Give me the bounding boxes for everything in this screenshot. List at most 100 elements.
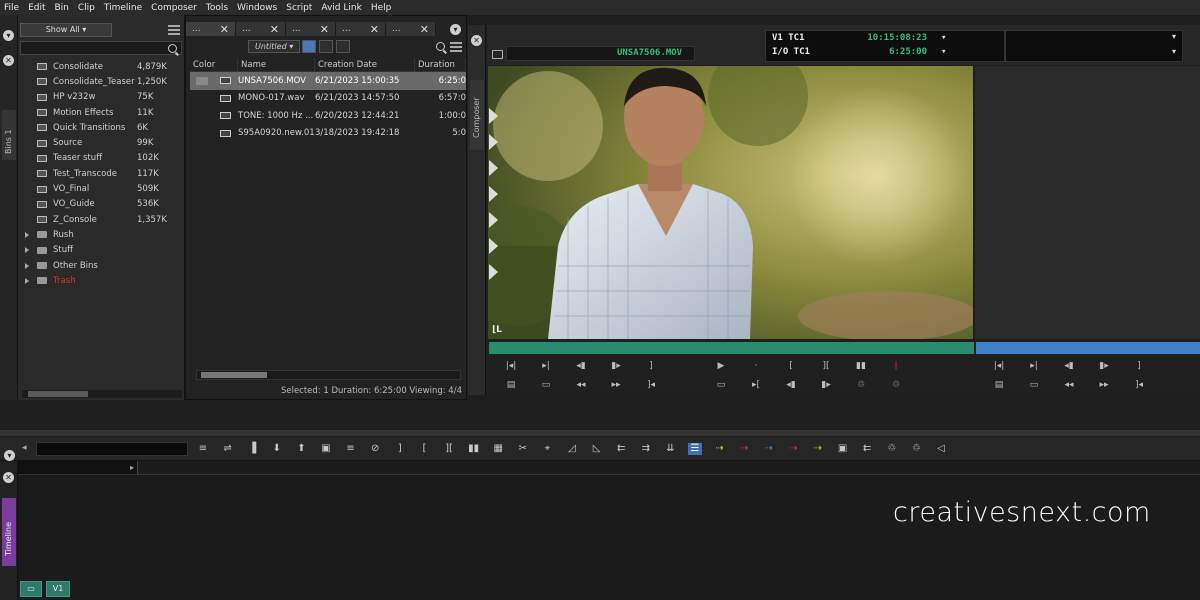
jog-back-icon[interactable]: ◂▮ xyxy=(570,360,592,372)
timeline-close-icon[interactable]: ✕ xyxy=(3,472,14,483)
step-forward-icon[interactable]: ▸| xyxy=(535,360,557,372)
overwrite-icon[interactable]: ⇢ xyxy=(737,443,751,455)
bins-tab[interactable]: Bins 1 xyxy=(2,110,16,160)
sync-icon[interactable]: ≡ xyxy=(344,443,358,455)
splice-icon[interactable]: ⇢ xyxy=(762,443,776,455)
mark-clip-icon[interactable]: ][ xyxy=(442,443,456,455)
collapse-icon[interactable]: ▾ xyxy=(3,30,14,41)
menu-edit[interactable]: Edit xyxy=(28,3,45,13)
close-icon[interactable]: ✕ xyxy=(3,55,14,66)
trim-icon[interactable]: ▣ xyxy=(319,443,333,455)
audio-icon[interactable]: ▭ xyxy=(1023,379,1045,391)
slip-icon[interactable]: ◿ xyxy=(565,443,579,455)
bins-search-input[interactable] xyxy=(20,41,182,55)
monitor-menu-icon[interactable] xyxy=(492,50,503,59)
reverse-icon[interactable]: ⇇ xyxy=(860,443,874,455)
bin-item[interactable]: VO_Guide 536K xyxy=(20,197,182,212)
bins-scrollbar[interactable] xyxy=(22,390,182,398)
rewind-icon[interactable]: ◂◂ xyxy=(570,379,592,391)
list-icon[interactable]: ≡ xyxy=(196,443,210,455)
clear-icon[interactable]: ▮▮ xyxy=(467,443,481,455)
monitor-icon[interactable]: ▤ xyxy=(988,379,1010,391)
audio-icon[interactable]: ▭ xyxy=(535,379,557,391)
grid-icon[interactable]: ▦ xyxy=(491,443,505,455)
mark-in-icon[interactable]: [ xyxy=(417,443,431,455)
expand-arrow-icon[interactable] xyxy=(25,247,29,254)
menu-avid-link[interactable]: Avid Link xyxy=(321,3,361,13)
tab-close-icon[interactable]: ✕ xyxy=(270,23,279,36)
speaker-icon[interactable]: ◂ xyxy=(22,443,27,453)
step-back-icon[interactable]: |◂| xyxy=(500,360,522,372)
extract-icon[interactable]: ⬆ xyxy=(294,443,308,455)
timeline-timecode-box[interactable] xyxy=(36,442,188,456)
fit-icon[interactable]: ▣ xyxy=(836,443,850,455)
composer-close-icon[interactable]: ✕ xyxy=(471,35,482,46)
track-monitor-button[interactable]: ▭ xyxy=(20,581,42,597)
ffwd-icon[interactable]: ▸▸ xyxy=(1093,379,1115,391)
track-menu-icon[interactable]: ☰ xyxy=(688,443,702,455)
show-all-dropdown[interactable]: Show All ▾ xyxy=(20,23,112,37)
bin-item[interactable]: Z_Console 1,357K xyxy=(20,212,182,227)
mark-out-icon[interactable]: ] xyxy=(1128,360,1150,372)
bin-item[interactable]: Stuff xyxy=(20,243,182,258)
bin-item[interactable]: Trash xyxy=(20,273,182,288)
column-name[interactable]: Name xyxy=(238,58,315,71)
bin-search-icon[interactable] xyxy=(436,42,445,51)
record-icon[interactable]: | xyxy=(885,360,907,372)
bin-view-select[interactable]: Untitled ▾ xyxy=(248,40,300,53)
timeline-collapse-icon[interactable]: ▾ xyxy=(4,450,15,461)
bin-item[interactable]: Quick Transitions 6K xyxy=(20,120,182,135)
step-forward-icon[interactable]: ▸| xyxy=(1023,360,1045,372)
search-icon[interactable] xyxy=(168,44,177,53)
record-monitor[interactable] xyxy=(975,66,1200,339)
expand-arrow-icon[interactable] xyxy=(25,231,29,238)
sequence-name-box[interactable] xyxy=(18,461,138,474)
go-out-icon[interactable]: ]◂ xyxy=(1128,379,1150,391)
bin-item[interactable]: Consolidate_Teaser 1,250K xyxy=(20,74,182,89)
clip-row[interactable]: S95A0920.new.01 3/18/2023 19:42:18 5:0 xyxy=(190,125,466,143)
bin-tab[interactable]: ... ✕ xyxy=(236,22,286,36)
jog-forward-icon[interactable]: ▮▸ xyxy=(1093,360,1115,372)
prev-edit-icon[interactable]: ◂▮ xyxy=(780,379,802,391)
record-position-bar[interactable] xyxy=(976,342,1200,354)
mark-in-icon[interactable]: [ xyxy=(780,360,802,372)
clip-row[interactable]: MONO-017.wav 6/21/2023 14:57:50 6:57:0 xyxy=(190,90,466,108)
mark-out-icon[interactable]: ] xyxy=(393,443,407,455)
mark-out-icon[interactable]: ] xyxy=(640,360,662,372)
go-out-icon[interactable]: ]◂ xyxy=(640,379,662,391)
bin-item[interactable]: Test_Transcode 117K xyxy=(20,166,182,181)
bin-item[interactable]: Consolidate 4,879K xyxy=(20,59,182,74)
scroll-thumb[interactable] xyxy=(28,391,88,397)
column-duration[interactable]: Duration xyxy=(415,58,466,71)
splice-icon[interactable]: ♲ xyxy=(850,379,872,391)
go-in-icon[interactable]: ▸[ xyxy=(745,379,767,391)
bin-collapse-icon[interactable]: ▾ xyxy=(450,24,461,35)
jog-forward-icon[interactable]: ▮▸ xyxy=(605,360,627,372)
bin-tab[interactable]: ... ✕ xyxy=(336,22,386,36)
cut-icon[interactable]: ✂ xyxy=(516,443,530,455)
bin-item[interactable]: Teaser stuff 102K xyxy=(20,151,182,166)
monitor-icon[interactable]: ▤ xyxy=(500,379,522,391)
match-icon[interactable]: ♲ xyxy=(885,443,899,455)
source-video-frame[interactable] xyxy=(488,66,973,339)
bin-item[interactable]: VO_Final 509K xyxy=(20,181,182,196)
menu-timeline[interactable]: Timeline xyxy=(104,3,142,13)
lift-overwrite-icon[interactable]: ⇢ xyxy=(811,443,825,455)
composer-tab[interactable]: Composer xyxy=(470,80,484,150)
timecode-display-right[interactable]: ▾ ▾ xyxy=(1005,30,1183,62)
menu-clip[interactable]: Clip xyxy=(78,3,95,13)
slide-icon[interactable]: ◺ xyxy=(590,443,604,455)
bin-item[interactable]: Rush xyxy=(20,227,182,242)
menu-help[interactable]: Help xyxy=(371,3,392,13)
tab-close-icon[interactable]: ✕ xyxy=(420,23,429,36)
jog-back-icon[interactable]: ◂▮ xyxy=(1058,360,1080,372)
expand-arrow-icon[interactable] xyxy=(25,262,29,269)
bin-tab[interactable]: ... ✕ xyxy=(386,22,436,36)
add-edit-icon[interactable]: ⇢ xyxy=(713,443,727,455)
scroll-thumb[interactable] xyxy=(201,372,267,378)
rewind-icon[interactable]: ◂◂ xyxy=(1058,379,1080,391)
tab-close-icon[interactable]: ✕ xyxy=(220,23,229,36)
menu-composer[interactable]: Composer xyxy=(151,3,197,13)
clear-marks-icon[interactable]: ▮▮ xyxy=(850,360,872,372)
mark-clip-icon[interactable]: ][ xyxy=(815,360,837,372)
